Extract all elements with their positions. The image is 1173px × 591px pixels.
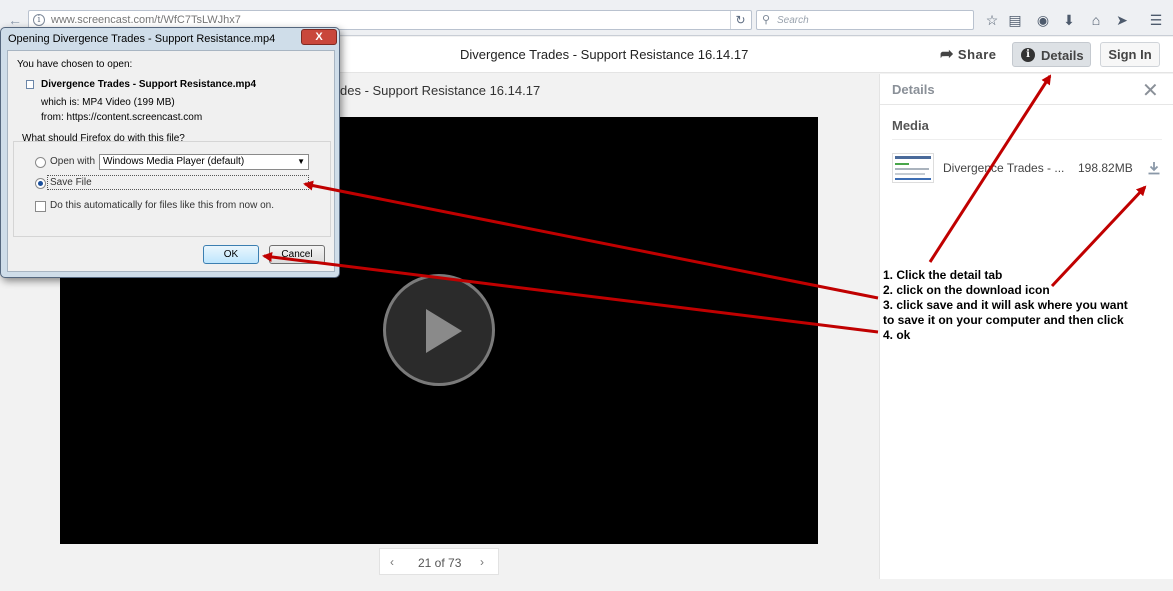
instruction-line: 1. Click the detail tab [883,268,1003,282]
media-size: 198.82MB [1078,161,1133,175]
site-info-icon[interactable]: i [33,14,45,26]
next-page-icon[interactable]: › [480,555,484,569]
media-thumbnail[interactable] [892,153,934,183]
ok-button[interactable]: OK [203,245,259,264]
media-heading: Media [892,118,929,133]
save-file-radio[interactable] [35,178,46,189]
reload-icon[interactable]: ↻ [730,11,750,29]
play-icon [426,309,462,353]
auto-label[interactable]: Do this automatically for files like thi… [50,200,274,211]
media-name[interactable]: Divergence Trades - ... [943,161,1064,175]
instruction-line: to save it on your computer and then cli… [883,313,1124,327]
cancel-button[interactable]: Cancel [269,245,325,264]
share-label: Share [957,47,997,62]
prev-page-icon[interactable]: ‹ [390,555,394,569]
share-button[interactable]: ➦ Share [940,44,997,66]
search-input[interactable]: ⚲ Search [756,10,974,30]
instruction-line: 3. click save and it will ask where you … [883,298,1128,312]
url-text: www.screencast.com/t/WfC7TsLWJhx7 [51,14,241,26]
bookmark-star-icon[interactable]: ☆ [983,11,1001,29]
menu-icon[interactable]: ☰ [1147,11,1165,29]
open-with-radio[interactable] [35,157,46,168]
video-subtitle: des - Support Resistance 16.14.17 [340,83,541,98]
save-file-label[interactable]: Save File [50,177,92,188]
instructions: 1. Click the detail tab 2. click on the … [883,268,1168,343]
details-label: Details [1041,48,1084,63]
bottom-edge [0,579,1173,591]
video-title: Divergence Trades - Support Resistance 1… [460,47,749,62]
file-icon [26,80,34,89]
sign-in-button[interactable]: Sign In [1100,42,1160,67]
open-with-select[interactable]: Windows Media Player (default) ▼ [99,154,309,170]
info-icon: i [1021,48,1035,62]
search-placeholder: Search [777,15,809,26]
downloads-icon[interactable]: ⬇ [1060,11,1078,29]
send-icon[interactable]: ➤ [1113,11,1131,29]
dialog-from: from: https://content.screencast.com [41,112,203,123]
auto-checkbox[interactable] [35,201,46,212]
back-arrow-icon[interactable]: ← [6,12,24,28]
search-icon: ⚲ [762,14,771,26]
divider [892,139,1162,140]
pocket-icon[interactable]: ◉ [1034,11,1052,29]
instruction-line: 2. click on the download icon [883,283,1050,297]
home-icon[interactable]: ⌂ [1087,11,1105,29]
details-button[interactable]: i Details [1012,42,1091,67]
download-icon[interactable] [1146,160,1162,176]
share-arrow-icon: ➦ [940,46,954,63]
open-file-dialog: Opening Divergence Trades - Support Resi… [0,27,340,278]
instruction-line: 4. ok [883,328,911,342]
reading-list-icon[interactable]: ▤ [1006,11,1024,29]
open-with-label[interactable]: Open with [50,156,95,167]
close-icon[interactable]: ✕ [1142,78,1159,103]
pager: ‹ 21 of 73 › [379,548,499,575]
open-with-value: Windows Media Player (default) [103,156,245,167]
page-count: 21 of 73 [418,556,462,570]
dialog-close-button[interactable]: X [301,29,337,45]
dropdown-arrow-icon: ▼ [297,157,305,166]
dialog-intro: You have chosen to open: [17,59,133,70]
play-button[interactable] [383,274,495,386]
dialog-which-is: which is: MP4 Video (199 MB) [41,97,175,108]
divider [880,104,1173,105]
dialog-title: Opening Divergence Trades - Support Resi… [8,33,276,45]
details-title: Details [892,82,935,97]
dialog-filename: Divergence Trades - Support Resistance.m… [41,79,257,90]
